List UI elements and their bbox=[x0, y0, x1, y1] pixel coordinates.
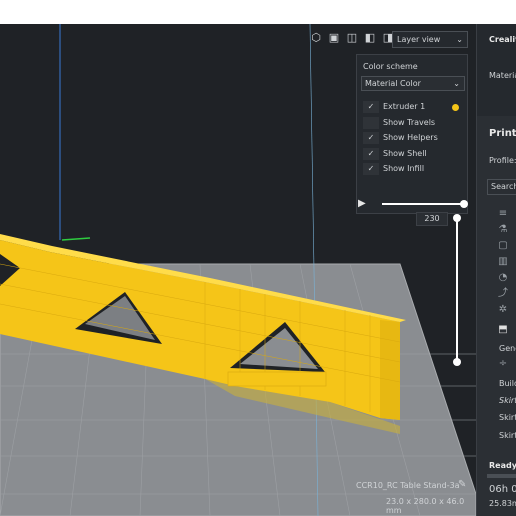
object-dimensions: 23.0 x 280.0 x 46.0 mm bbox=[386, 497, 465, 515]
profile-label: Profile: bbox=[489, 156, 516, 165]
pencil-icon[interactable]: ✎ bbox=[458, 479, 466, 490]
layer-slider-track[interactable] bbox=[456, 218, 458, 362]
checkbox-show-helpers[interactable]: ✓ bbox=[363, 132, 379, 145]
y-axis bbox=[61, 237, 91, 241]
setting-skirt-2[interactable]: Skirt bbox=[499, 413, 516, 422]
option-label: Extruder 1 bbox=[383, 102, 426, 111]
option-label: Show Helpers bbox=[383, 133, 438, 143]
shell-icon[interactable]: ▢ bbox=[497, 240, 509, 252]
model-end-face bbox=[380, 320, 400, 420]
option-show-helpers[interactable]: ✓ Show Helpers bbox=[361, 130, 465, 146]
setting-build[interactable]: Build bbox=[499, 379, 516, 388]
print-weight: 25.83m bbox=[489, 499, 516, 508]
layer-number-input[interactable]: 230 bbox=[416, 212, 448, 226]
progress-bar bbox=[487, 474, 516, 478]
checkbox-show-infill[interactable]: ✓ bbox=[363, 163, 379, 176]
color-scheme-select[interactable]: Material Color ⌄ bbox=[361, 76, 465, 91]
setting-general[interactable]: Gene bbox=[499, 344, 516, 353]
layers-icon[interactable]: ≡ bbox=[497, 208, 509, 220]
print-settings-section bbox=[477, 116, 516, 516]
setting-skirt-1[interactable]: Skirt bbox=[499, 396, 516, 405]
print-settings-title: Print S bbox=[489, 128, 516, 139]
3d-viewport[interactable]: ⬡ ▣ ◫ ◧ ◨ Layer view ⌄ Color scheme Mate… bbox=[0, 24, 476, 516]
cura-window: ⬡ ▣ ◫ ◧ ◨ Layer view ⌄ Color scheme Mate… bbox=[0, 24, 516, 516]
option-extruder-1[interactable]: ✓ Extruder 1 bbox=[361, 99, 465, 115]
checkbox-extruder-1[interactable]: ✓ bbox=[363, 101, 379, 113]
cube-front-icon[interactable]: ▣ bbox=[328, 32, 340, 44]
search-input[interactable]: Search... bbox=[487, 179, 516, 195]
object-name: CCR10_RC Table Stand-3a bbox=[356, 481, 460, 490]
support-icon[interactable]: ⬒ bbox=[497, 324, 509, 336]
chevron-down-icon: ⌄ bbox=[456, 35, 463, 44]
view-mode-select[interactable]: Layer view ⌄ bbox=[392, 31, 468, 48]
speed-icon[interactable]: ◔ bbox=[497, 272, 509, 284]
view-toolbar: ⬡ ▣ ◫ ◧ ◨ bbox=[310, 32, 394, 44]
option-show-travels[interactable]: Show Travels bbox=[361, 115, 465, 131]
checkbox-show-shell[interactable]: ✓ bbox=[363, 147, 379, 160]
path-slider-track[interactable] bbox=[382, 203, 464, 205]
extruder-color-swatch bbox=[452, 104, 459, 111]
play-icon[interactable]: ▶ bbox=[358, 199, 368, 209]
view-options-list: ✓ Extruder 1 Show Travels ✓ Show Helpers… bbox=[361, 99, 465, 177]
travel-icon[interactable]: ⤴ bbox=[497, 288, 509, 300]
chevron-down-icon: ⌄ bbox=[453, 79, 460, 88]
option-label: Show Infill bbox=[383, 164, 425, 174]
print-time: 06h 0 bbox=[489, 484, 516, 495]
cube-left-icon[interactable]: ◧ bbox=[364, 32, 376, 44]
ready-status: Ready t bbox=[489, 461, 516, 470]
path-slider-handle[interactable] bbox=[460, 200, 468, 208]
flask-icon[interactable]: ⚗ bbox=[497, 224, 509, 236]
setting-skirt-3[interactable]: Skirt/ bbox=[499, 431, 516, 440]
right-sidebar: Creality Material Print S Profile: Searc… bbox=[476, 24, 516, 516]
model-clip bbox=[227, 371, 327, 387]
adhesion-icon[interactable]: ÷ bbox=[497, 358, 509, 370]
cube-top-icon[interactable]: ◫ bbox=[346, 32, 358, 44]
cube-3d-icon[interactable]: ⬡ bbox=[310, 32, 322, 44]
layer-slider-top-handle[interactable] bbox=[453, 214, 461, 222]
material-label: Material bbox=[489, 71, 516, 80]
layer-slider-bottom-handle[interactable] bbox=[453, 358, 461, 366]
color-scheme-value: Material Color bbox=[365, 79, 421, 88]
option-label: Show Shell bbox=[383, 148, 427, 158]
printer-name[interactable]: Creality bbox=[489, 35, 516, 44]
option-show-shell[interactable]: ✓ Show Shell bbox=[361, 146, 465, 162]
cooling-icon[interactable]: ✲ bbox=[497, 304, 509, 316]
checkbox-show-travels[interactable] bbox=[363, 116, 379, 129]
option-label: Show Travels bbox=[383, 117, 436, 127]
view-mode-value: Layer view bbox=[397, 35, 441, 44]
option-show-infill[interactable]: ✓ Show Infill bbox=[361, 161, 465, 177]
infill-icon[interactable]: ▥ bbox=[497, 256, 509, 268]
color-scheme-panel: Color scheme Material Color ⌄ ✓ Extruder… bbox=[356, 54, 468, 214]
color-scheme-title: Color scheme bbox=[363, 62, 418, 71]
